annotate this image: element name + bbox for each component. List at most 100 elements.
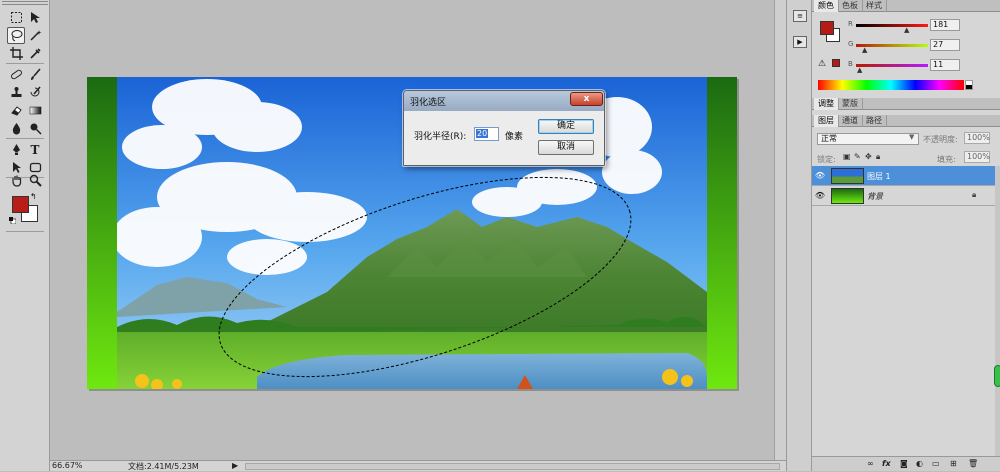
blend-mode-select[interactable]: 正常: [817, 133, 919, 145]
layer-name[interactable]: 图层 1: [867, 171, 891, 182]
trash-icon[interactable]: 🗑︎: [968, 459, 978, 468]
blur-icon[interactable]: [7, 120, 25, 137]
gamut-swatch[interactable]: [832, 59, 840, 67]
slider-thumb-icon[interactable]: ▲: [857, 66, 862, 74]
feather-radius-input[interactable]: 20: [474, 127, 499, 141]
brush-icon[interactable]: [26, 66, 44, 83]
side-widget-handle[interactable]: [994, 365, 1000, 387]
chevron-down-icon[interactable]: ▼: [909, 133, 914, 141]
lock-label: 锁定:: [817, 155, 836, 164]
history-panel-icon[interactable]: ≡: [793, 10, 807, 22]
dialog-title: 羽化选区: [410, 98, 447, 108]
dialog-titlebar[interactable]: 羽化选区 x: [404, 91, 604, 111]
layer-row[interactable]: 👁︎ 背景 🔒︎: [812, 186, 995, 206]
layer-name[interactable]: 背景: [867, 191, 883, 202]
layer-thumbnail: [831, 168, 864, 184]
tools-panel: T ↰: [0, 0, 50, 471]
lasso-icon[interactable]: [7, 27, 25, 44]
dodge-icon[interactable]: [26, 120, 44, 137]
slider-thumb-icon[interactable]: ▲: [862, 46, 867, 54]
new-layer-icon[interactable]: ⊞: [950, 459, 957, 468]
layers-footer: ∞ fx ◙ ◐ ▭ ⊞ 🗑︎: [812, 456, 1000, 471]
feather-radius-label: 羽化半径(R):: [414, 132, 467, 142]
horizontal-scrollbar[interactable]: [245, 463, 780, 470]
gradient-icon[interactable]: [26, 102, 44, 119]
lock-transparency-icon[interactable]: ▣: [843, 152, 851, 161]
eye-icon[interactable]: 👁︎: [814, 171, 826, 181]
layer-thumbnail: [831, 188, 864, 204]
red-slider[interactable]: [856, 24, 928, 27]
tab-masks[interactable]: 蒙版: [838, 98, 863, 110]
tab-swatches[interactable]: 色板: [838, 0, 863, 12]
slider-thumb-icon[interactable]: ▲: [904, 26, 909, 34]
history-brush-icon[interactable]: [26, 84, 44, 101]
move-icon[interactable]: [26, 9, 44, 26]
tab-channels[interactable]: 通道: [838, 115, 863, 127]
type-icon[interactable]: T: [26, 141, 44, 158]
foreground-color-swatch[interactable]: [12, 196, 29, 213]
magic-wand-icon[interactable]: [26, 27, 44, 44]
eye-icon[interactable]: 👁︎: [814, 191, 826, 201]
cancel-button[interactable]: 取消: [538, 140, 594, 155]
status-menu-arrow-icon[interactable]: ▶: [232, 461, 238, 470]
canvas-scrollbar[interactable]: [774, 0, 786, 460]
marquee-icon[interactable]: [7, 9, 25, 26]
layer-row[interactable]: 👁︎ 图层 1: [812, 166, 995, 186]
blue-slider[interactable]: [856, 64, 928, 67]
tab-color[interactable]: 颜色: [814, 0, 839, 12]
stamp-icon[interactable]: [7, 84, 25, 101]
actions-panel-icon[interactable]: ▶: [793, 36, 807, 48]
adjustment-icon[interactable]: ◐: [916, 459, 923, 468]
green-channel-label: G: [848, 40, 854, 48]
crop-icon[interactable]: [7, 45, 25, 62]
feather-selection-dialog: 羽化选区 x 羽化半径(R): 20 像素 确定 取消: [403, 90, 605, 166]
divider: [6, 231, 44, 232]
green-value-field[interactable]: 27: [930, 39, 960, 51]
document-size: 文档:2.41M/5.23M: [128, 462, 199, 471]
default-colors-icon[interactable]: [9, 217, 16, 224]
color-spectrum-bar[interactable]: [818, 80, 964, 90]
layers-scrollbar[interactable]: [995, 166, 1000, 456]
panel-grip[interactable]: [2, 1, 48, 5]
swap-colors-icon[interactable]: ↰: [30, 192, 37, 201]
warning-icon[interactable]: ⚠: [818, 59, 826, 69]
fill-label: 填充:: [937, 155, 956, 164]
adjustments-panel-tabs: 调整 蒙版: [812, 98, 1000, 110]
hand-icon[interactable]: [7, 172, 25, 189]
tab-layers[interactable]: 图层: [814, 115, 839, 127]
unit-label: 像素: [505, 132, 524, 142]
lock-icon: 🔒︎: [972, 190, 977, 199]
close-button[interactable]: x: [570, 92, 603, 106]
tab-styles[interactable]: 样式: [862, 0, 887, 12]
lock-pixels-icon[interactable]: ✎: [854, 152, 861, 161]
collapsed-panel-strip: ≡ ▶: [786, 0, 812, 471]
pen-icon[interactable]: [7, 141, 25, 158]
divider: [6, 138, 44, 139]
tab-adjustments[interactable]: 调整: [814, 98, 839, 110]
link-icon[interactable]: ∞: [867, 459, 874, 468]
eraser-icon[interactable]: [7, 102, 25, 119]
feather-radius-value: 20: [476, 129, 489, 138]
blue-value-field[interactable]: 11: [930, 59, 960, 71]
zoom-icon[interactable]: [26, 172, 44, 189]
group-icon[interactable]: ▭: [932, 459, 940, 468]
lock-all-icon[interactable]: 🔒︎: [876, 152, 880, 162]
mask-icon[interactable]: ◙: [900, 459, 908, 468]
ok-button[interactable]: 确定: [538, 119, 594, 134]
black-white-swatch[interactable]: [965, 80, 973, 90]
blue-channel-label: B: [848, 60, 853, 68]
divider: [6, 63, 44, 64]
eyedropper-icon[interactable]: [26, 45, 44, 62]
foreground-color-swatch[interactable]: [820, 21, 834, 35]
spot-heal-icon[interactable]: [7, 66, 25, 83]
status-bar: 66.67% 文档:2.41M/5.23M ▶: [50, 460, 786, 471]
right-panels: 颜色 色板 样式 R ▲ 181 G ▲ 27 ⚠ B ▲ 11 调整 蒙版 图…: [812, 0, 1000, 471]
red-channel-label: R: [848, 20, 853, 28]
fill-field[interactable]: 100%: [964, 151, 990, 163]
zoom-level[interactable]: 66.67%: [52, 461, 83, 470]
fx-icon[interactable]: fx: [882, 459, 891, 468]
red-value-field[interactable]: 181: [930, 19, 960, 31]
opacity-field[interactable]: 100%: [964, 132, 990, 144]
lock-position-icon[interactable]: ✥: [865, 152, 872, 161]
tab-paths[interactable]: 路径: [862, 115, 887, 127]
